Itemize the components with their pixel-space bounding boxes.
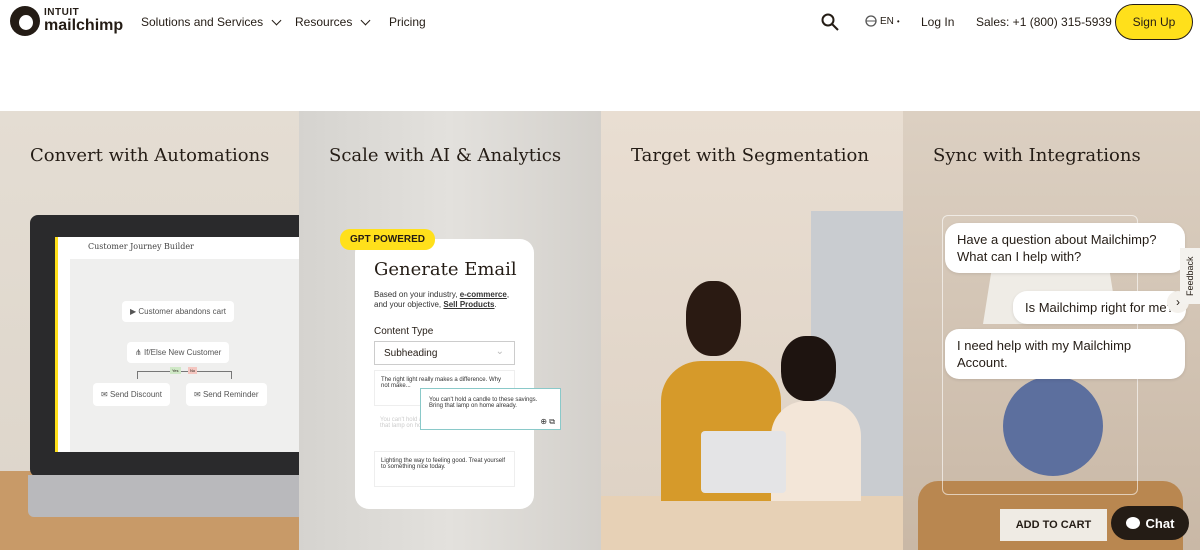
person-2-head	[781, 336, 836, 401]
industry-link[interactable]: e-commerce	[460, 290, 507, 299]
hovered-suggestion[interactable]: You can't hold a candle to these savings…	[420, 388, 561, 430]
node-label: Customer abandons cart	[138, 307, 226, 316]
nav-solutions[interactable]: Solutions and Services	[141, 15, 282, 29]
yes-tag: Yes	[170, 367, 181, 374]
chat-message: Have a question about Mailchimp? What ca…	[945, 223, 1185, 273]
app-title: Customer Journey Builder	[70, 237, 299, 259]
chat-button[interactable]: Chat	[1111, 506, 1189, 540]
add-copy-icons[interactable]: ⊕ ⧉	[540, 417, 555, 427]
panel-title: Convert with Automations	[30, 145, 270, 166]
desc-text: .	[494, 300, 497, 309]
content-type-label: Content Type	[374, 326, 434, 337]
gpt-powered-badge: GPT POWERED	[340, 229, 436, 250]
panel-title: Sync with Integrations	[933, 145, 1141, 166]
objective-link[interactable]: Sell Products	[443, 300, 494, 309]
login-link[interactable]: Log In	[921, 15, 954, 29]
node-trigger: ▶ Customer abandons cart	[122, 301, 234, 322]
nav-resources[interactable]: Resources	[295, 15, 371, 29]
top-nav: INTUIT mailchimp Solutions and Services R…	[0, 0, 1200, 45]
panel-title: Target with Segmentation	[631, 145, 869, 166]
content-type-select[interactable]: Subheading ⌄	[374, 341, 515, 365]
laptop-base	[28, 475, 299, 517]
card-description: Based on your industry, e-commerce, and …	[374, 290, 524, 310]
no-tag: No	[188, 367, 198, 374]
suggestion-text: You can't hold a candle to these savings…	[429, 397, 538, 409]
panel-title: Scale with AI & Analytics	[329, 145, 562, 166]
chat-suggestion[interactable]: Is Mailchimp right for me?	[1013, 291, 1186, 324]
branch-connector	[137, 371, 232, 379]
nav-pricing[interactable]: Pricing	[389, 15, 426, 29]
panel-segmentation[interactable]: Target with Segmentation	[601, 111, 903, 550]
node-ifelse: ⋔ If/Else New Customer	[127, 342, 230, 363]
generate-email-card: Generate Email Based on your industry, e…	[355, 239, 534, 509]
laptop	[701, 431, 786, 493]
panel-ai-analytics[interactable]: Scale with AI & Analytics Generate Email…	[299, 111, 601, 550]
freddie-logo-icon	[10, 6, 40, 36]
nav-label: Solutions and Services	[141, 15, 264, 29]
chat-suggestion[interactable]: I need help with my Mailchimp Account.	[945, 329, 1185, 379]
select-value: Subheading	[384, 348, 438, 359]
nav-label: Resources	[295, 15, 353, 29]
chat-label: Chat	[1145, 515, 1175, 531]
node-send-reminder: ✉ Send Reminder	[186, 383, 267, 406]
chat-bubble-icon	[1125, 517, 1140, 529]
suggestion-option[interactable]: Lighting the way to feeling good. Treat …	[374, 451, 515, 487]
logo-mailchimp: mailchimp	[44, 17, 124, 34]
desc-text: Based on your industry,	[374, 290, 460, 299]
person-1-head	[686, 281, 741, 356]
language-label: EN	[880, 15, 894, 27]
panel-automations[interactable]: Convert with Automations Customer Journe…	[0, 111, 299, 550]
desk	[601, 496, 903, 550]
feedback-tab[interactable]: Feedback	[1180, 248, 1200, 304]
chevron-down-icon	[271, 15, 282, 25]
signup-button[interactable]: Sign Up	[1115, 4, 1193, 40]
chevron-down-icon: ⌄	[495, 346, 504, 357]
app-sidebar	[55, 237, 70, 452]
add-to-cart-button[interactable]: ADD TO CART	[1000, 509, 1107, 541]
node-label: Send Reminder	[202, 390, 259, 399]
journey-builder-screen: Customer Journey Builder ▶ Customer aban…	[55, 237, 299, 452]
mailchimp-logo[interactable]: INTUIT mailchimp	[10, 6, 123, 36]
node-label: If/Else New Customer	[143, 348, 222, 357]
globe-icon	[865, 15, 877, 27]
panel-integrations[interactable]: Sync with Integrations Have a question a…	[903, 111, 1200, 550]
node-label: Send Discount	[109, 390, 162, 399]
sales-phone[interactable]: Sales: +1 (800) 315-5939	[976, 15, 1112, 29]
nav-label: Pricing	[389, 15, 426, 29]
language-selector[interactable]: EN •	[865, 15, 900, 27]
chevron-down-icon	[360, 15, 371, 25]
node-send-discount: ✉ Send Discount	[93, 383, 170, 406]
search-icon[interactable]	[821, 13, 839, 31]
card-title: Generate Email	[374, 259, 517, 280]
